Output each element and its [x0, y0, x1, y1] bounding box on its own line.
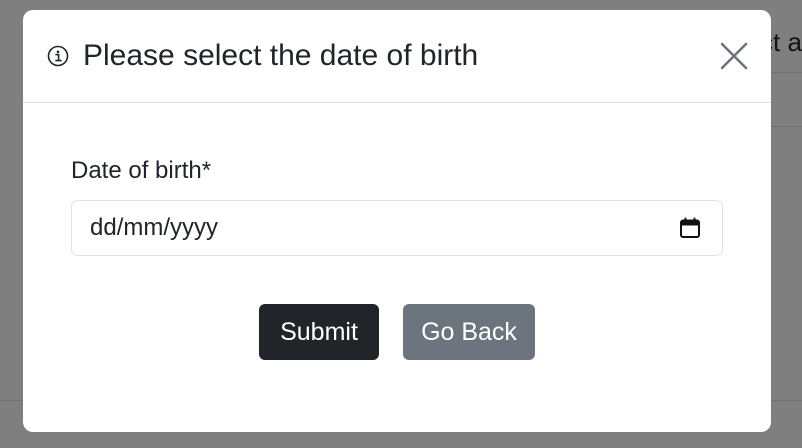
date-placeholder: dd/mm/yyyy [90, 214, 219, 241]
submit-button[interactable]: Submit [259, 304, 379, 360]
date-of-birth-modal: Please select the date of birth Date of … [23, 10, 771, 432]
modal-title: Please select the date of birth [83, 39, 479, 72]
info-circle-icon [47, 45, 69, 67]
go-back-button[interactable]: Go Back [403, 304, 535, 360]
date-of-birth-label: Date of birth* [71, 157, 212, 184]
close-icon[interactable] [718, 40, 750, 72]
modal-header: Please select the date of birth [23, 10, 771, 103]
date-of-birth-input[interactable]: dd/mm/yyyy [71, 200, 723, 256]
calendar-icon[interactable] [679, 217, 701, 239]
